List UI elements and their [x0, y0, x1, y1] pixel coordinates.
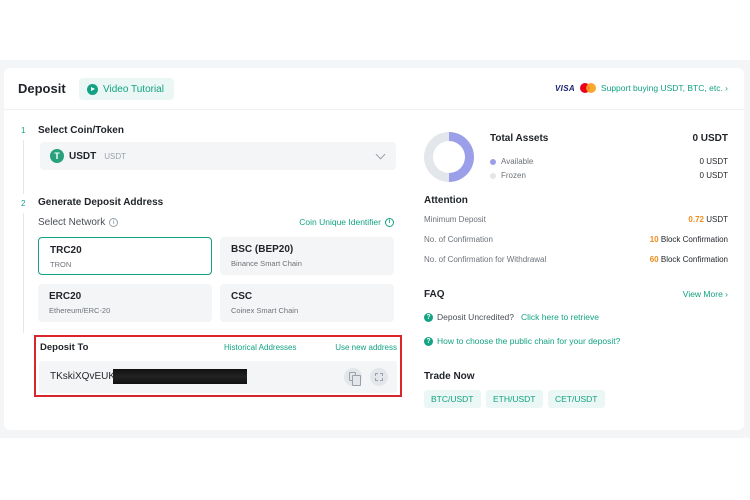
faq-item: ? Deposit Uncredited? Click here to retr… [424, 312, 599, 322]
copy-address-button[interactable] [344, 368, 362, 386]
select-network-label: Select Network i [38, 217, 119, 228]
attention-row-value: 10 Block Confirmation [649, 235, 728, 244]
video-tutorial-label: Video Tutorial [103, 83, 164, 95]
network-option-erc20[interactable]: ERC20 Ethereum/ERC-20 [38, 284, 212, 322]
question-icon: ? [424, 336, 433, 346]
attention-row-label: No. of Confirmation for Withdrawal [424, 255, 547, 264]
attention-title: Attention [424, 195, 468, 206]
network-subtitle: Coinex Smart Chain [231, 306, 299, 315]
retrieve-link[interactable]: Click here to retrieve [521, 312, 599, 322]
use-new-address-link[interactable]: Use new address [335, 343, 397, 352]
step-number-1: 1 [21, 126, 26, 135]
deposit-header: Deposit Video Tutorial VISA Support buyi… [4, 68, 744, 110]
tether-icon: T [50, 149, 64, 163]
faq-question-text: Deposit Uncredited? [437, 312, 515, 322]
available-value: 0 USDT [699, 157, 728, 166]
frozen-dot [490, 172, 496, 179]
available-dot [490, 158, 496, 165]
total-assets-value: 0 USDT [692, 133, 728, 144]
available-legend: Available [490, 157, 533, 166]
deposit-address-text[interactable]: TKskiXQvEUK [50, 371, 115, 382]
frozen-legend: Frozen [490, 171, 526, 180]
redaction-bar [113, 369, 247, 384]
qr-code-button[interactable] [370, 368, 388, 386]
frozen-value: 0 USDT [699, 171, 728, 180]
attention-row-value: 0.72 USDT [688, 215, 728, 224]
chevron-down-icon [375, 149, 386, 160]
attention-row: No. of Confirmation 10 Block Confirmatio… [424, 235, 728, 244]
network-option-csc[interactable]: CSC Coinex Smart Chain [220, 284, 394, 322]
network-title: TRC20 [50, 245, 82, 256]
page-title: Deposit [18, 81, 66, 96]
total-assets-label: Total Assets [490, 133, 549, 144]
network-title: BSC (BEP20) [231, 244, 294, 255]
network-option-trc20[interactable]: TRC20 TRON [38, 237, 212, 275]
network-option-bsc[interactable]: BSC (BEP20) Binance Smart Chain [220, 237, 394, 275]
network-subtitle: Binance Smart Chain [231, 259, 302, 268]
available-label: Available [501, 157, 534, 166]
visa-logo: VISA [555, 83, 575, 93]
play-icon [87, 83, 98, 95]
attention-row: No. of Confirmation for Withdrawal 60 Bl… [424, 255, 728, 264]
trade-pair-cet-usdt[interactable]: CET/USDT [548, 390, 605, 408]
deposit-to-section: Deposit To Historical Addresses Use new … [34, 335, 402, 397]
mastercard-logo [579, 83, 596, 93]
question-icon: ? [424, 312, 433, 322]
trade-pair-eth-usdt[interactable]: ETH/USDT [486, 390, 543, 408]
trade-now-title: Trade Now [424, 371, 475, 382]
network-subtitle: TRON [50, 260, 72, 269]
attention-row-label: No. of Confirmation [424, 235, 493, 244]
qr-code-icon [375, 373, 383, 381]
assets-donut-chart [424, 132, 474, 182]
coin-unique-identifier-label: Coin Unique Identifier [299, 217, 381, 227]
info-icon: i [385, 217, 394, 227]
faq-title: FAQ [424, 289, 445, 300]
attention-row-value: 60 Block Confirmation [649, 255, 728, 264]
video-tutorial-button[interactable]: Video Tutorial [79, 78, 174, 100]
step-number-2: 2 [21, 199, 26, 208]
coin-name: USDT [104, 151, 127, 161]
copy-icon [349, 372, 361, 386]
coin-unique-identifier-link[interactable]: Coin Unique Identifier i [299, 217, 394, 227]
public-chain-faq-link[interactable]: How to choose the public chain for your … [437, 336, 620, 346]
coin-select-dropdown[interactable]: T USDT USDT [40, 142, 396, 170]
select-coin-label: Select Coin/Token [38, 125, 124, 136]
deposit-address-field: TKskiXQvEUK [39, 361, 397, 393]
attention-row-label: Minimum Deposit [424, 215, 486, 224]
info-icon[interactable]: i [109, 218, 119, 227]
generate-address-label: Generate Deposit Address [38, 197, 164, 208]
historical-addresses-link[interactable]: Historical Addresses [224, 343, 296, 352]
select-network-text: Select Network [38, 217, 106, 228]
attention-row: Minimum Deposit 0.72 USDT [424, 215, 728, 224]
view-more-link[interactable]: View More › [683, 289, 728, 299]
deposit-to-label: Deposit To [40, 342, 89, 353]
frozen-label: Frozen [501, 171, 526, 180]
network-subtitle: Ethereum/ERC-20 [49, 306, 111, 315]
faq-item[interactable]: ? How to choose the public chain for you… [424, 336, 620, 346]
trade-pair-btc-usdt[interactable]: BTC/USDT [424, 390, 481, 408]
deposit-card: Deposit Video Tutorial VISA Support buyi… [4, 68, 744, 430]
step-connector [23, 140, 24, 194]
support-buying-label: Support buying USDT, BTC, etc. › [600, 83, 728, 93]
network-title: CSC [231, 291, 253, 302]
support-buying-link[interactable]: VISA Support buying USDT, BTC, etc. › [555, 83, 728, 93]
coin-symbol: USDT [69, 150, 97, 162]
network-title: ERC20 [49, 291, 82, 302]
step-connector [23, 213, 24, 333]
